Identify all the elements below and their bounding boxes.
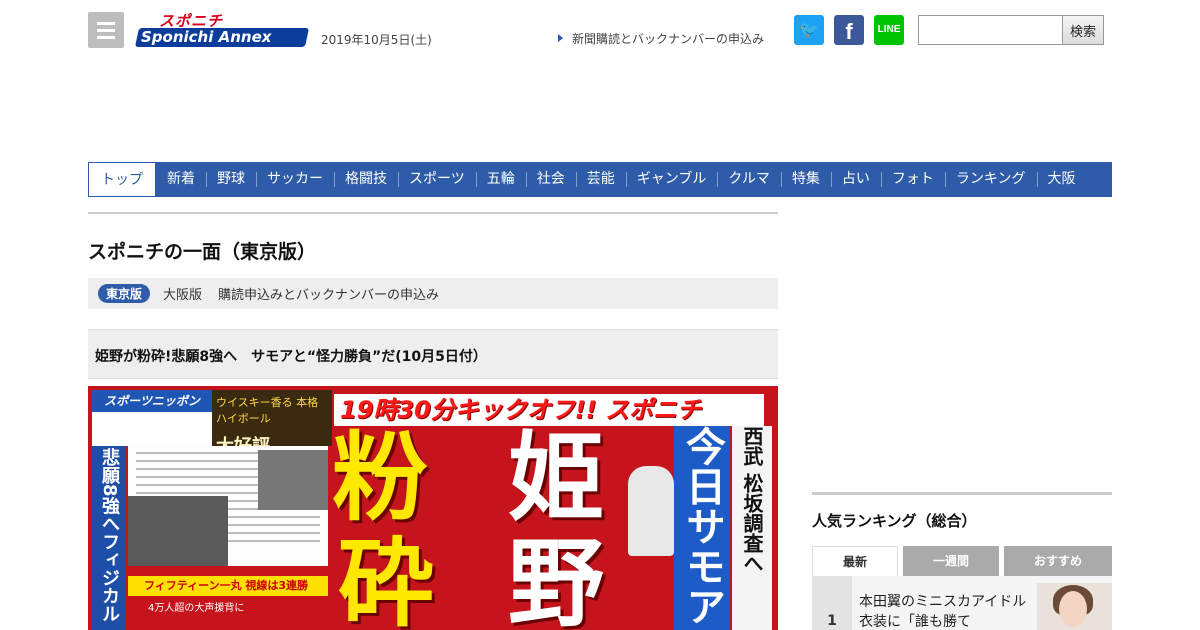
search-button[interactable]: 検索 bbox=[1062, 15, 1104, 45]
nav-item-soccer[interactable]: サッカー bbox=[256, 162, 334, 197]
nav-item-baseball[interactable]: 野球 bbox=[206, 162, 256, 197]
front-big-char: 姫 bbox=[508, 422, 604, 534]
front-big-char: 粉 bbox=[332, 422, 428, 534]
ranking-item-title: 本田翼のミニスカアイドル衣装に「誰も勝て bbox=[859, 594, 1027, 630]
nav-item-olympics[interactable]: 五輪 bbox=[475, 162, 526, 197]
logo-main-text: Sponichi Annex bbox=[141, 28, 272, 46]
nav-item-cars[interactable]: クルマ bbox=[717, 162, 781, 197]
facebook-icon[interactable]: f bbox=[834, 15, 864, 45]
front-page-image[interactable]: スポーツニッポン ウイスキー香る 本格ハイボール大好評 悲願8強へフィジカル フ… bbox=[88, 386, 778, 630]
masthead-info bbox=[92, 412, 212, 446]
ranking-thumbnail bbox=[1037, 583, 1112, 630]
ranking-tab-latest[interactable]: 最新 bbox=[812, 546, 898, 576]
nav-item-top[interactable]: トップ bbox=[88, 162, 156, 197]
ranking-tabs: 最新 一週間 おすすめ bbox=[812, 546, 1112, 576]
edition-tab-osaka[interactable]: 大阪版 bbox=[163, 284, 202, 303]
nav-item-martial-arts[interactable]: 格闘技 bbox=[334, 162, 398, 197]
twitter-icon[interactable]: 🐦 bbox=[794, 15, 824, 45]
nav-item-sports[interactable]: スポーツ bbox=[398, 162, 476, 197]
newspaper-masthead: スポーツニッポン bbox=[92, 390, 212, 412]
nav-item-photo[interactable]: フォト bbox=[880, 162, 945, 197]
ad-text: ウイスキー香る 本格ハイボール bbox=[216, 396, 319, 425]
edition-bar: 東京版 大阪版 購読申込みとバックナンバーの申込み bbox=[88, 278, 778, 309]
nav-item-gamble[interactable]: ギャンブル bbox=[625, 162, 718, 197]
nav-item-entertainment[interactable]: 芸能 bbox=[575, 162, 626, 197]
subscribe-link-label: 新聞購読とバックナンバーの申込み bbox=[572, 32, 765, 46]
main-nav: トップ 新着 野球 サッカー 格闘技 スポーツ 五輪 社会 芸能 ギャンブル ク… bbox=[88, 162, 1112, 197]
ranking-number: 1 bbox=[812, 576, 852, 630]
sidebar-divider bbox=[812, 492, 1112, 495]
nav-item-new[interactable]: 新着 bbox=[156, 162, 206, 197]
front-photo bbox=[128, 496, 228, 566]
edition-tab-tokyo[interactable]: 東京版 bbox=[98, 284, 151, 303]
front-page-headline: 姫野が粉砕!悲願8強へ サモアと“怪力勝負”だ(10月5日付） bbox=[95, 349, 487, 365]
headline-box: 姫野が粉砕!悲願8強へ サモアと“怪力勝負”だ(10月5日付） bbox=[88, 329, 778, 379]
front-big-char: 砕 bbox=[338, 528, 434, 630]
nav-item-osaka[interactable]: 大阪 bbox=[1036, 162, 1087, 197]
nav-item-ranking[interactable]: ランキング bbox=[944, 162, 1037, 197]
side-headline: 悲願8強へフィジカル bbox=[92, 446, 126, 630]
ranking-tab-recommended[interactable]: おすすめ bbox=[1004, 546, 1112, 576]
front-ad: ウイスキー香る 本格ハイボール大好評 bbox=[212, 390, 332, 457]
hamburger-icon-line bbox=[97, 22, 115, 25]
front-blue-column: 今日サモア bbox=[674, 426, 730, 630]
nav-item-features[interactable]: 特集 bbox=[780, 162, 831, 197]
subscribe-link[interactable]: 新聞購読とバックナンバーの申込み bbox=[558, 30, 764, 47]
player-photo bbox=[628, 466, 674, 556]
nav-item-society[interactable]: 社会 bbox=[525, 162, 576, 197]
menu-button[interactable] bbox=[88, 12, 124, 48]
front-white-column: 西武 松坂調査へ bbox=[732, 426, 772, 630]
divider bbox=[88, 212, 778, 214]
search-input[interactable] bbox=[918, 15, 1063, 45]
nav-item-fortune[interactable]: 占い bbox=[830, 162, 881, 197]
hamburger-icon-line bbox=[97, 36, 115, 39]
arrow-right-icon bbox=[558, 34, 563, 42]
front-caption-2: 4万人超の大声援背に bbox=[148, 603, 245, 614]
ranking-tab-week[interactable]: 一週間 bbox=[903, 546, 999, 576]
front-photo bbox=[258, 450, 328, 510]
hamburger-icon-line bbox=[97, 29, 115, 32]
ranking-item[interactable]: 1 本田翼のミニスカアイドル衣装に「誰も勝て bbox=[812, 576, 1112, 630]
ranking-title: 人気ランキング（総合） bbox=[812, 512, 977, 530]
page-title: スポニチの一面（東京版） bbox=[88, 241, 317, 263]
front-caption: フィフティーン一丸 視線は3連勝 bbox=[128, 576, 328, 596]
site-logo[interactable]: スポニチ Sponichi Annex bbox=[134, 12, 310, 48]
subscription-link[interactable]: 購読申込みとバックナンバーの申込み bbox=[218, 284, 439, 303]
line-icon[interactable]: LINE bbox=[874, 15, 904, 45]
front-big-char: 野 bbox=[508, 528, 604, 630]
current-date: 2019年10月5日(土) bbox=[321, 33, 432, 47]
